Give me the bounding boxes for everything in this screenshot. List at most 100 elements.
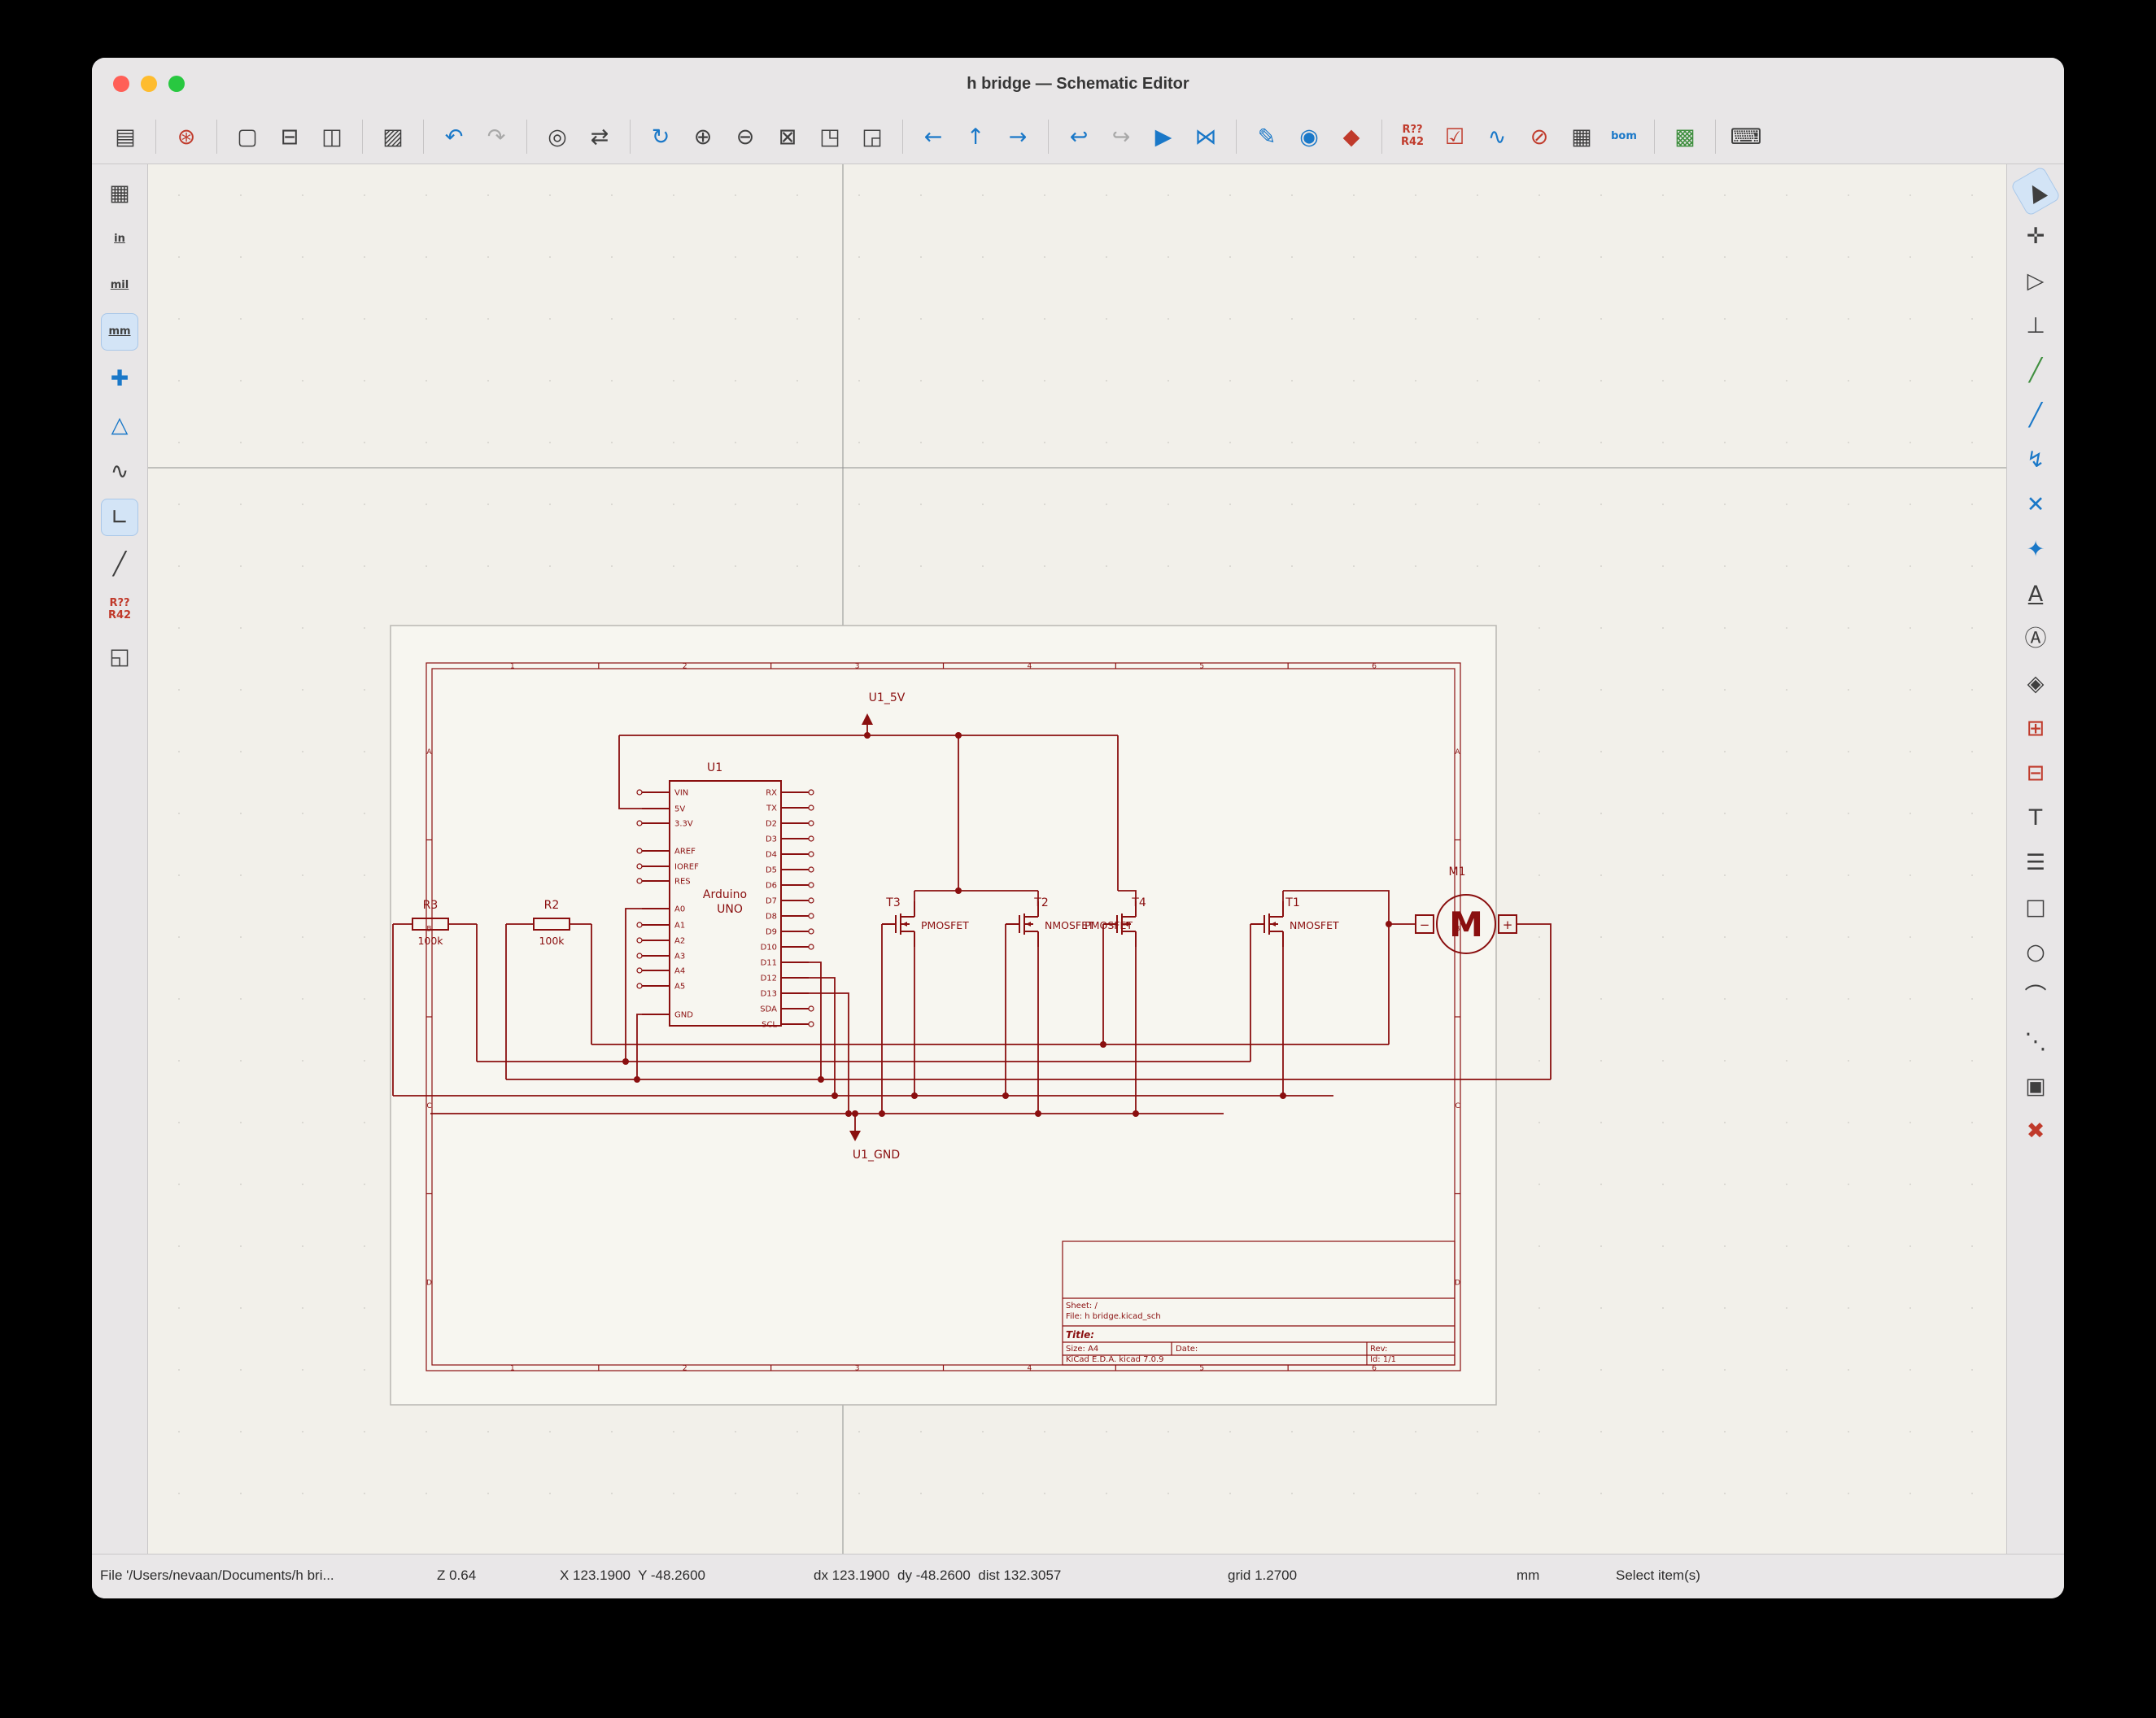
wire-tool[interactable]: ╱ (2017, 351, 2054, 389)
save-button[interactable]: ▤ (107, 118, 144, 155)
delete-tool[interactable]: ✖ (2017, 1112, 2054, 1149)
circle-tool[interactable]: ○ (2017, 933, 2054, 970)
units-mils-button[interactable]: mil (101, 267, 138, 304)
text-tool[interactable]: T (2017, 799, 2054, 836)
find-replace-button[interactable]: ⇄ (581, 118, 618, 155)
no-connect-tool[interactable]: ✕ (2017, 486, 2054, 523)
annotate-auto-button[interactable]: R?? R42 (101, 591, 138, 629)
redo-button[interactable]: ↷ (478, 118, 515, 155)
undo-button[interactable]: ↶ (435, 118, 473, 155)
u1-value-line2: UNO (717, 903, 743, 916)
sheet-pin-tool[interactable]: ⊟ (2017, 754, 2054, 791)
bom-button[interactable]: bom (1605, 118, 1643, 155)
nav-back-button[interactable]: ← (914, 118, 952, 155)
python-console-button[interactable]: ⌨ (1727, 118, 1765, 155)
u1-pin-label: A5 (674, 983, 685, 992)
leave-sheet-button[interactable]: ↩ (1060, 118, 1098, 155)
zone-col-label: 6 (1372, 1365, 1377, 1373)
paste-button[interactable]: ▨ (374, 118, 412, 155)
open-pcb-button[interactable]: ▩ (1666, 118, 1704, 155)
zone-col-label: 3 (855, 1365, 860, 1373)
zoom-selection-button[interactable]: ◲ (853, 118, 891, 155)
zoom-in-button[interactable]: ⊕ (684, 118, 722, 155)
plot-button[interactable]: ◫ (313, 118, 351, 155)
bus-entry-tool[interactable]: ↯ (2017, 441, 2054, 478)
r2-reference: R2 (544, 899, 560, 912)
zoom-out-button[interactable]: ⊖ (727, 118, 764, 155)
status-cursor-position: X 123.1900 Y -48.2600 (560, 1568, 705, 1583)
t4-value: PMOSFET (1085, 919, 1133, 931)
symbol-fields-table-button[interactable]: ▦ (1563, 118, 1600, 155)
zone-row-label: D (426, 1279, 432, 1287)
nav-up-button[interactable]: ↑ (957, 118, 994, 155)
schematic-setup-button[interactable]: ⊛ (168, 118, 205, 155)
units-mm-button[interactable]: mm (101, 313, 138, 351)
annotate-button[interactable]: ✎ (1248, 118, 1285, 155)
close-window-button[interactable] (113, 76, 129, 92)
polygon-tool[interactable]: ⋱ (2017, 1023, 2054, 1060)
zone-col-label: 1 (510, 663, 515, 671)
net-label-tool[interactable]: A (2017, 575, 2054, 613)
titleblock-id: Id: 1/1 (1370, 1355, 1396, 1364)
textbox-tool[interactable]: ☰ (2017, 844, 2054, 881)
highlight-net-tool[interactable]: ✛ (2017, 217, 2054, 255)
rectangle-tool[interactable]: □ (2017, 888, 2054, 926)
minimize-window-button[interactable] (141, 76, 157, 92)
u1-pin-label: D6 (766, 882, 777, 891)
mirror-button[interactable]: ⋈ (1187, 118, 1224, 155)
place-symbol-tool[interactable]: ▷ (2017, 262, 2054, 299)
navigate-hierarchy-button[interactable]: ▶ (1145, 118, 1182, 155)
page-settings-button[interactable]: ▢ (229, 118, 266, 155)
left-toolbar: ▦ in mil mm ✚ △ ∿ ∟ ╱ R?? R42 ◱ (92, 164, 148, 1554)
erc-button[interactable]: ☑ (1436, 118, 1473, 155)
select-tool[interactable]: ▲ (2010, 165, 2062, 217)
cursor-shape-button[interactable]: ✚ (101, 360, 138, 397)
u1-pin-label: A4 (674, 967, 685, 976)
arc-tool[interactable]: ⌒ (2017, 978, 2054, 1015)
zoom-objects-button[interactable]: ◳ (811, 118, 849, 155)
sim-probe-button[interactable]: ∿ (101, 452, 138, 490)
place-power-tool[interactable]: ⊥ (2017, 307, 2054, 344)
sheet-page (390, 625, 1497, 1406)
sheet-tool[interactable]: ⊞ (2017, 709, 2054, 747)
simulator-button[interactable]: ∿ (1478, 118, 1516, 155)
zone-col-label: 6 (1372, 663, 1377, 671)
t3-reference: T3 (885, 896, 900, 909)
titlebar[interactable]: h bridge — Schematic Editor (92, 58, 2064, 110)
bus-tool[interactable]: ╱ (2017, 396, 2054, 434)
free-angle-wires-button[interactable]: ╱ (101, 545, 138, 582)
grid-settings-button[interactable]: ▦ (101, 174, 138, 211)
hierarchical-label-tool[interactable]: ◈ (2017, 665, 2054, 702)
global-label-tool[interactable]: Ⓐ (2017, 620, 2054, 657)
find-button[interactable]: ◎ (539, 118, 576, 155)
u1-pin-label: D8 (766, 913, 777, 922)
image-tool[interactable]: ▣ (2017, 1067, 2054, 1105)
titleblock-date: Date: (1176, 1345, 1198, 1354)
status-file: File '/Users/nevaan/Documents/h bri... (100, 1568, 334, 1583)
bom-button-label: bom (1611, 129, 1637, 142)
refresh-button[interactable]: ↻ (642, 118, 679, 155)
print-button[interactable]: ⊟ (271, 118, 308, 155)
u1-pin-label: D12 (761, 975, 777, 983)
toolbar-separator (155, 120, 156, 154)
nav-forward-button[interactable]: → (999, 118, 1037, 155)
junction-tool[interactable]: ✦ (2017, 530, 2054, 568)
zoom-window-button[interactable] (168, 76, 185, 92)
enter-sheet-button[interactable]: ↪ (1102, 118, 1140, 155)
hidden-pins-button[interactable]: △ (101, 406, 138, 443)
erc-rules-button[interactable]: ⊘ (1521, 118, 1558, 155)
u1-pin-label: A1 (674, 922, 685, 931)
units-inches-button[interactable]: in (101, 220, 138, 258)
zoom-fit-button[interactable]: ⊠ (769, 118, 806, 155)
traffic-lights (113, 58, 185, 110)
edit-symbol-fields-button[interactable]: ◆ (1333, 118, 1370, 155)
schematic-canvas[interactable]: 112233445566AABBCCDD Sheet: / File: h br… (148, 164, 2006, 1554)
status-delta: dx 123.1900 dy -48.2600 dist 132.3057 (814, 1568, 1062, 1583)
hierarchy-navigator-button[interactable]: ◱ (101, 638, 138, 675)
symbol-library-browser-button[interactable]: ◉ (1290, 118, 1328, 155)
units-mm-button-label: mm (108, 325, 131, 338)
annotate-symbols-button[interactable]: R?? R42 (1394, 118, 1431, 155)
u1-pin-label: A0 (674, 905, 685, 914)
zone-col-label: 5 (1199, 663, 1204, 671)
hv-wires-button[interactable]: ∟ (101, 499, 138, 536)
